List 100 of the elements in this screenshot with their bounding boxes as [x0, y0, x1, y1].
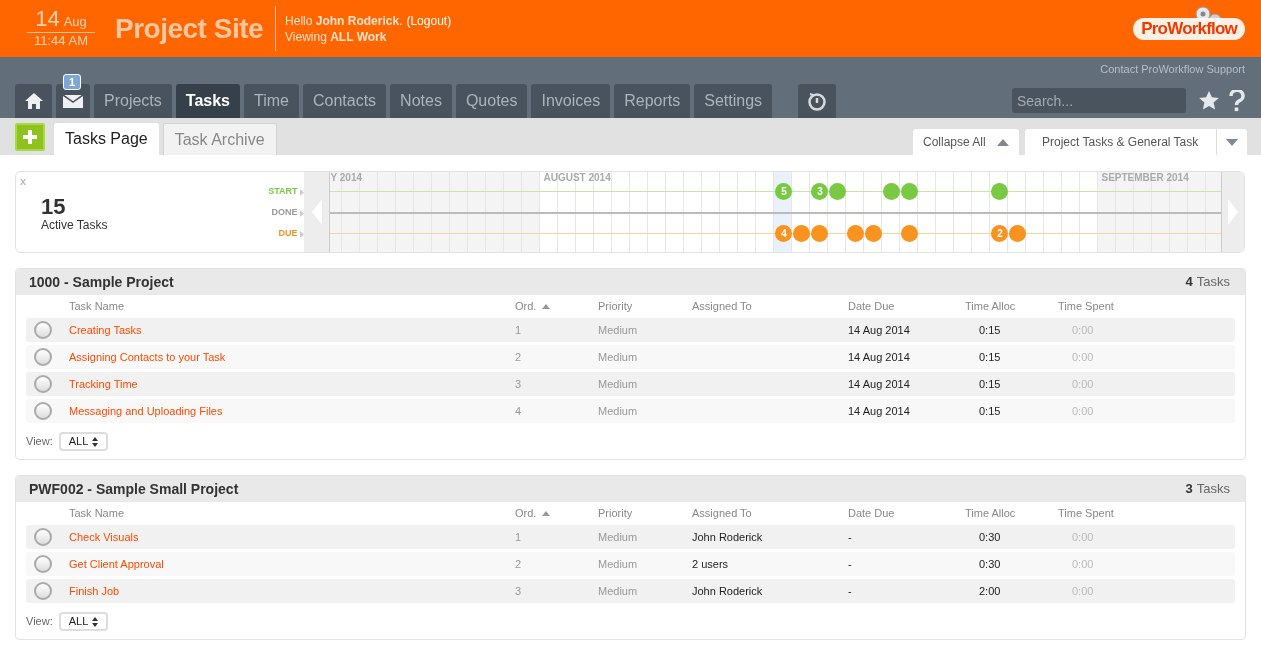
plus-icon	[23, 130, 37, 144]
month-label: AUGUST 2014	[543, 172, 611, 184]
add-button[interactable]	[15, 123, 45, 151]
table-cell-text: John Roderick	[692, 529, 764, 545]
column-header[interactable]: Time Alloc	[965, 298, 1058, 315]
scroll-left-button[interactable]	[303, 172, 331, 252]
column-header[interactable]: Ord.	[515, 505, 537, 522]
nav-tab[interactable]: Time	[244, 84, 299, 118]
project-title[interactable]: 1000 - Sample Project	[29, 271, 174, 293]
nav-tab[interactable]: Projects	[94, 84, 172, 118]
home-icon	[24, 93, 43, 109]
complete-checkbox[interactable]	[34, 402, 52, 420]
collapse-all-button[interactable]: Collapse All	[913, 129, 1019, 155]
logout-link[interactable]: (Logout)	[406, 12, 452, 29]
view-select[interactable]: ALL	[58, 612, 108, 631]
task-link[interactable]: Assigning Contacts to your Task	[69, 348, 515, 366]
column-header[interactable]: Assigned To	[692, 298, 848, 315]
task-link[interactable]: Creating Tasks	[69, 321, 515, 339]
timer-tab[interactable]	[798, 84, 837, 118]
table-cell-text: Medium	[598, 529, 639, 545]
greeting-text: Hello John Roderick.	[285, 12, 403, 29]
caret-down-icon	[1226, 138, 1238, 146]
caret-up-icon	[997, 138, 1009, 146]
table-cell-text: 0:00	[1071, 403, 1095, 419]
column-header[interactable]: Time Spent	[1058, 505, 1235, 522]
table-cell-text: 2	[515, 556, 523, 572]
table-cell-text: 2:00	[978, 583, 1002, 599]
column-header[interactable]: Priority	[598, 505, 692, 522]
task-count: 4	[1185, 273, 1193, 292]
table-cell-text: Medium	[598, 403, 639, 419]
task-link[interactable]: Messaging and Uploading Files	[69, 402, 515, 420]
complete-checkbox[interactable]	[34, 321, 52, 339]
updown-icon	[91, 616, 98, 627]
table-cell-text: 0:00	[1071, 349, 1095, 365]
table-cell-text: -	[848, 556, 853, 572]
table-cell-text: 0:30	[978, 529, 1002, 545]
sort-ascending-icon	[542, 511, 551, 516]
task-link[interactable]: Tracking Time	[69, 375, 515, 393]
close-button[interactable]: x	[20, 173, 27, 190]
mail-tab[interactable]	[56, 84, 90, 118]
sort-ascending-icon	[542, 304, 551, 309]
active-task-count: 15	[41, 193, 66, 220]
column-header[interactable]: Time Spent	[1058, 298, 1235, 315]
logo: ProWorkflow	[1133, 17, 1245, 40]
task-count-label: Tasks	[1196, 480, 1230, 499]
search-field[interactable]: Search...	[1012, 88, 1186, 113]
nav-tab[interactable]: Invoices	[531, 84, 611, 118]
star-icon[interactable]	[1199, 91, 1219, 110]
nav-tab[interactable]: Notes	[390, 84, 452, 118]
table-cell-text: 0:15	[978, 403, 1002, 419]
column-header[interactable]: Priority	[598, 298, 692, 315]
view-label: View:	[26, 434, 53, 450]
column-header[interactable]: Date Due	[848, 298, 965, 315]
active-tasks-label: Active Tasks	[41, 217, 108, 234]
table-cell-text: 14 Aug 2014	[848, 403, 911, 419]
project-title[interactable]: PWF002 - Sample Small Project	[29, 478, 239, 500]
task-link[interactable]: Check Visuals	[69, 528, 515, 546]
scroll-right-button[interactable]	[1221, 172, 1244, 252]
nav-tab[interactable]: Reports	[614, 84, 691, 118]
table-cell-text: Medium	[598, 322, 639, 338]
column-header[interactable]: Date Due	[848, 505, 965, 522]
nav-tab[interactable]: Quotes	[455, 84, 528, 118]
complete-checkbox[interactable]	[34, 582, 52, 600]
complete-checkbox[interactable]	[34, 528, 52, 546]
complete-checkbox[interactable]	[34, 348, 52, 366]
nav-tab[interactable]: Tasks	[175, 84, 240, 118]
table-cell-text: 3	[515, 376, 523, 392]
updown-icon	[91, 436, 98, 447]
sub-tab[interactable]: Task Archive	[162, 123, 277, 155]
sub-tab[interactable]: Tasks Page	[54, 123, 159, 155]
date-month: Aug	[63, 12, 87, 31]
nav-tab[interactable]: Settings	[694, 84, 773, 118]
support-link[interactable]: Contact ProWorkflow Support	[1100, 61, 1245, 78]
table-cell-text: 0:15	[978, 376, 1002, 392]
table-cell-text: 2	[515, 349, 523, 365]
task-link[interactable]: Finish Job	[69, 582, 515, 600]
filter-dropdown[interactable]: Project Tasks & General Task	[1025, 129, 1247, 155]
column-header[interactable]: Task Name	[69, 505, 515, 522]
column-header[interactable]: Ord.	[515, 298, 537, 315]
table-cell-text: 0:00	[1071, 556, 1095, 572]
table-cell-text: 14 Aug 2014	[848, 349, 911, 365]
complete-checkbox[interactable]	[34, 555, 52, 573]
view-select[interactable]: ALL	[58, 432, 108, 451]
task-link[interactable]: Get Client Approval	[69, 555, 515, 573]
stopwatch-icon	[807, 91, 828, 111]
task-count: 3	[1185, 480, 1193, 499]
column-header[interactable]: Time Alloc	[965, 505, 1058, 522]
table-cell-text: 1	[515, 529, 523, 545]
table-cell-text: Medium	[598, 556, 639, 572]
column-header[interactable]: Task Name	[69, 298, 515, 315]
complete-checkbox[interactable]	[34, 375, 52, 393]
timeline-row-label: DUE	[278, 227, 298, 241]
table-cell-text: 4	[515, 403, 523, 419]
column-header[interactable]: Assigned To	[692, 505, 848, 522]
month-label: SEPTEMBER 2014	[1101, 172, 1189, 184]
pointer-icon	[299, 209, 304, 217]
nav-tab[interactable]: Contacts	[302, 84, 387, 118]
home-tab[interactable]	[15, 84, 52, 118]
help-icon[interactable]	[1229, 90, 1245, 112]
table-cell-text: 14 Aug 2014	[848, 376, 911, 392]
